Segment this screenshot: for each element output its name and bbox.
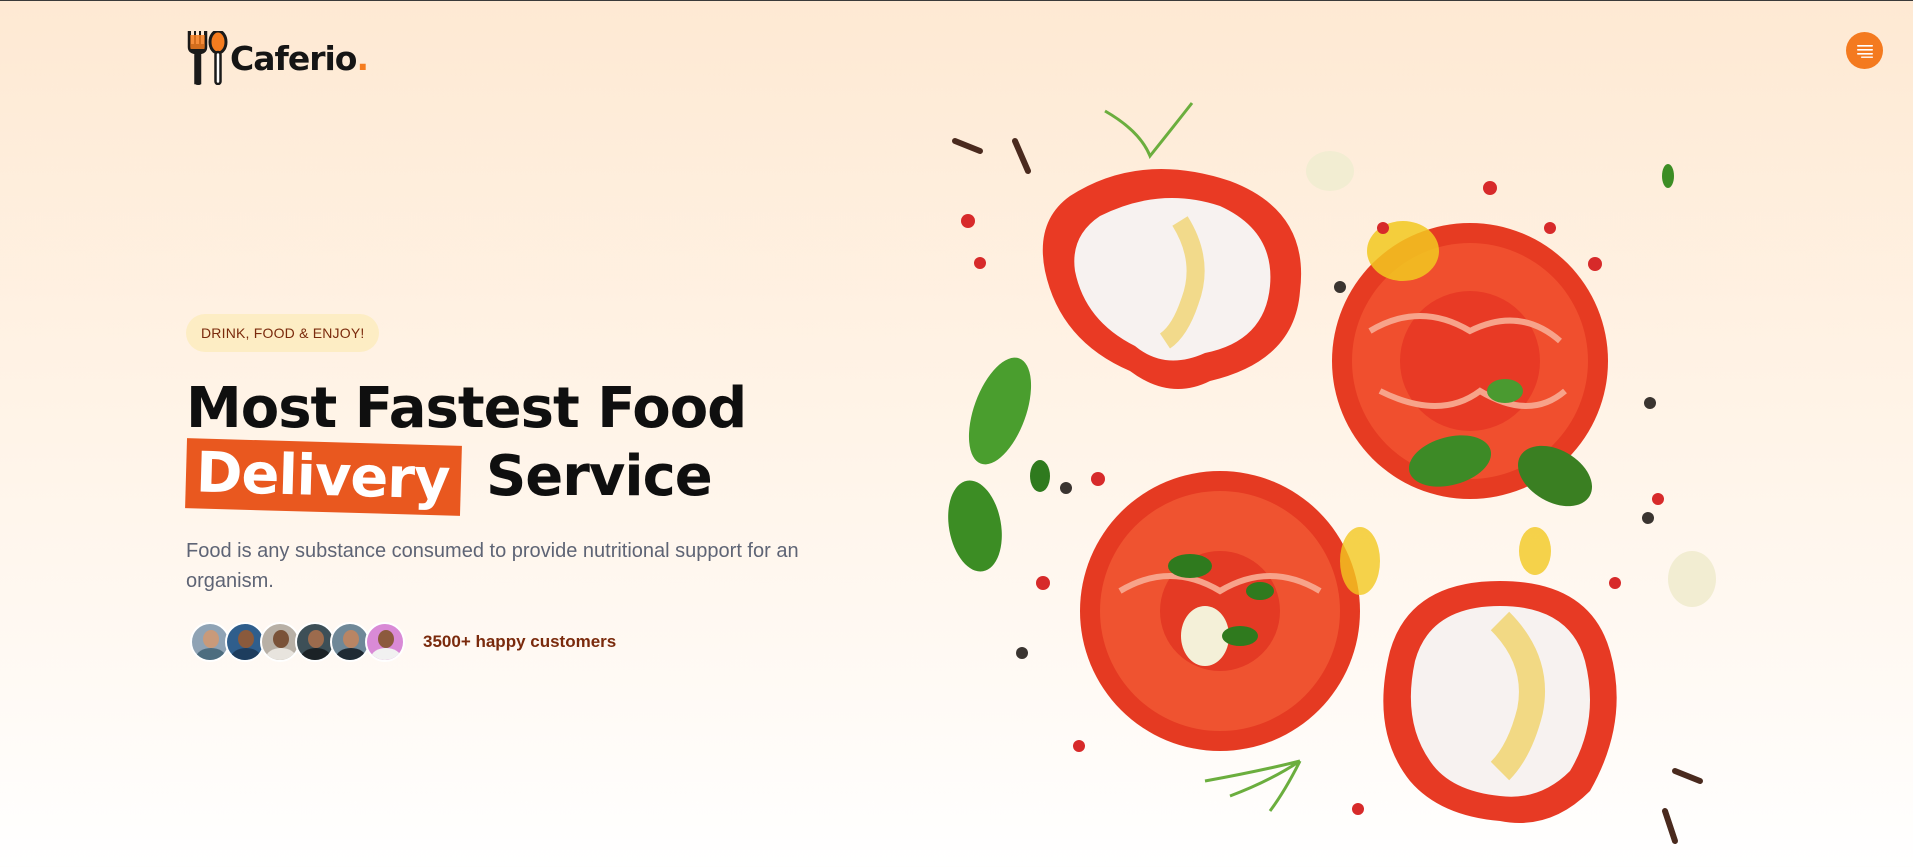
avatar-group [186,622,405,662]
hamburger-menu-icon [1856,44,1873,58]
happy-customers: 3500+ happy customers [186,622,906,662]
bell-pepper-slice-2 [1383,581,1617,823]
hero-section: DRINK, FOOD & ENJOY! Most Fastest Food D… [185,314,906,662]
avatar-4 [295,622,335,662]
clove-3 [1672,768,1703,784]
menu-button[interactable] [1846,32,1883,69]
oil-drop-3 [1519,527,1551,575]
hero-title-rest: Service [485,444,713,509]
clove-1 [952,138,983,154]
brand-name: Caferio. [230,38,369,78]
hero-title-line-2: Delivery Service [185,438,906,516]
avatar-5 [330,622,370,662]
avatar-6 [365,622,405,662]
garlic-2 [1668,551,1716,607]
tomato-slice-2 [1080,471,1360,751]
garlic-1 [1306,151,1354,191]
clove-4 [1662,808,1678,844]
hero-title-line-1: Most Fastest Food [186,376,747,441]
food-illustration [948,102,1716,844]
oil-drop-2 [1340,527,1380,595]
customers-count: 3500+ happy customers [423,632,617,651]
herb-sprig-2 [1204,759,1302,812]
avatar-2 [225,622,265,662]
hero-title-highlight: Delivery [185,438,463,516]
hero-title: Most Fastest Food Delivery Service [185,376,906,516]
hero-tag: DRINK, FOOD & ENJOY! [186,314,380,352]
avatar-1 [190,622,230,662]
brand-logo[interactable]: Caferio. [186,29,369,86]
herb-leaf [1662,164,1674,188]
hero-description: Food is any substance consumed to provid… [186,540,799,592]
bell-pepper-slice-1 [1042,169,1302,389]
site-header: Caferio. [0,1,1913,101]
clove-2 [1012,138,1031,174]
basil-leaves [948,357,1050,572]
fork-spoon-icon [186,29,228,86]
herb-sprig-1 [1104,102,1194,159]
avatar-3 [260,622,300,662]
